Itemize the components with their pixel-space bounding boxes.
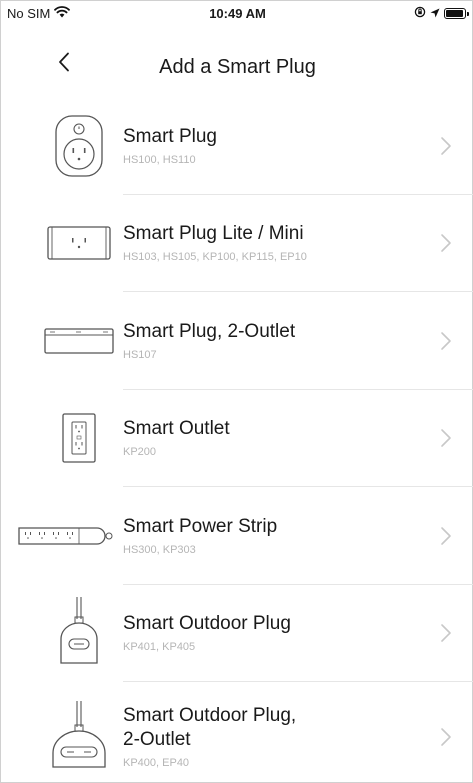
device-row-smart-outdoor-plug[interactable]: Smart Outdoor Plug KP401, KP405 [1,585,473,682]
device-row-smart-plug-lite[interactable]: Smart Plug Lite / Mini HS103, HS105, KP1… [1,195,473,292]
device-models: HS103, HS105, KP100, KP115, EP10 [123,251,307,264]
outdoor-plug-icon [41,597,117,668]
chevron-right-icon [441,624,451,643]
device-list: Smart Plug HS100, HS110 Smart Plug Lite … [1,97,473,783]
smart-plug-icon [41,111,117,181]
device-text: Smart Outdoor Plug, 2-Outlet KP400, EP40 [123,704,423,770]
device-text: Smart Plug, 2-Outlet HS107 [123,320,423,362]
device-row-smart-power-strip[interactable]: Smart Power Strip HS300, KP303 [1,487,473,585]
battery-icon [444,8,469,19]
device-models: KP200 [123,446,157,459]
smart-plug-2-outlet-icon [41,306,117,376]
device-row-smart-plug-2-outlet[interactable]: Smart Plug, 2-Outlet HS107 [1,292,473,390]
location-icon [430,7,440,21]
smart-outlet-icon [41,403,117,473]
device-models: HS300, KP303 [123,543,196,556]
orientation-lock-icon [414,6,426,21]
chevron-right-icon [441,136,451,155]
device-name: Smart Outlet [123,418,230,440]
power-strip-icon [17,501,117,571]
app-screen: No SIM 10:49 AM Add a Smart Plug Smart P… [0,0,473,783]
device-text: Smart Plug HS100, HS110 [123,125,423,167]
device-text: Smart Outdoor Plug KP401, KP405 [123,612,423,654]
status-right [414,6,469,21]
device-row-smart-outlet[interactable]: Smart Outlet KP200 [1,390,473,487]
device-row-smart-plug[interactable]: Smart Plug HS100, HS110 [1,97,473,195]
chevron-right-icon [441,728,451,746]
device-name: Smart Plug Lite / Mini [123,223,304,245]
device-models: HS107 [123,348,157,361]
outdoor-plug-2-outlet-icon [43,701,117,772]
device-text: Smart Plug Lite / Mini HS103, HS105, KP1… [123,222,423,264]
chevron-right-icon [441,429,451,448]
device-models: KP401, KP405 [123,641,196,654]
device-name: Smart Plug, 2-Outlet [123,320,296,342]
smart-plug-lite-icon [41,208,117,278]
device-row-smart-outdoor-plug-2-outlet[interactable]: Smart Outdoor Plug, 2-Outlet KP400, EP40 [1,682,473,783]
chevron-right-icon [441,331,451,350]
device-name: Smart Plug [123,125,217,147]
nav-bar: Add a Smart Plug [1,27,473,97]
chevron-right-icon [441,526,451,545]
device-models: HS100, HS110 [123,153,196,166]
status-bar: No SIM 10:49 AM [1,1,473,27]
device-text: Smart Power Strip HS300, KP303 [123,515,423,557]
device-models: KP400, EP40 [123,757,190,769]
device-text: Smart Outlet KP200 [123,417,423,459]
device-name: Smart Power Strip [123,515,278,537]
chevron-right-icon [441,234,451,253]
status-time: 10:49 AM [209,6,266,21]
device-name: Smart Outdoor Plug [123,613,291,635]
device-name-line-2: 2-Outlet [123,729,191,750]
device-name-line-1: Smart Outdoor Plug, [123,705,297,726]
page-title: Add a Smart Plug [159,56,316,78]
